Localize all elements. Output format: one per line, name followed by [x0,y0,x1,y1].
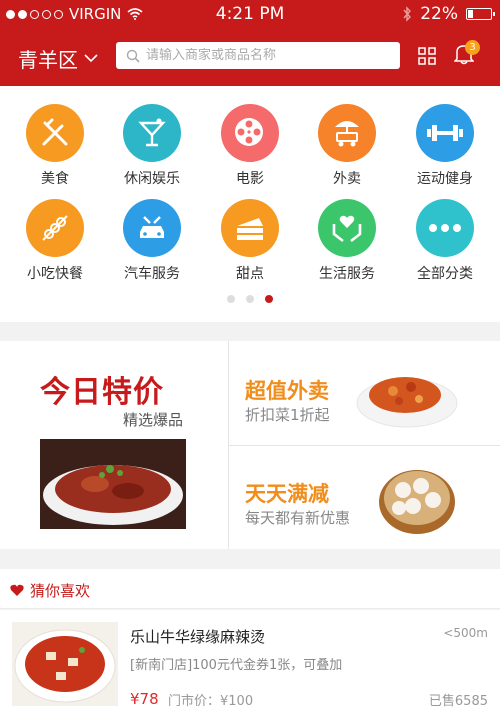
category-label: 甜点 [236,266,264,282]
promo-today-subtitle: 精选爆品 [123,411,184,429]
header: 青羊区 3 [0,28,500,86]
category-dessert[interactable]: 甜点 [201,199,299,283]
category-all[interactable]: 全部分类 [396,199,494,283]
promo-daily-subtitle: 每天都有新优惠 [245,509,351,527]
item-description: [新南门店]100元代金券1张，可叠加 [130,658,343,673]
page-dot-active[interactable] [265,295,273,303]
promo-takeout[interactable]: 超值外卖 折扣菜1折起 [229,341,500,445]
category-label: 休闲娱乐 [124,171,180,187]
recommend-title: 猜你喜欢 [30,582,91,600]
category-movie[interactable]: 电影 [201,104,299,188]
search-input[interactable] [146,48,386,63]
skewer-icon [42,215,68,241]
category-label: 电影 [236,171,264,187]
fork-knife-icon [42,118,68,146]
film-reel-icon [235,118,263,146]
promo-today[interactable]: 今日特价 精选爆品 [0,341,228,549]
promo-takeout-title: 超值外卖 [245,379,329,403]
promo-daily-discount[interactable]: 天天满减 每天都有新优惠 [229,446,500,549]
cake-icon [237,218,263,240]
dish-image [356,377,458,428]
dish-image [379,470,455,534]
page-dot[interactable] [246,295,254,303]
page-dot[interactable] [227,295,235,303]
search-box[interactable] [116,42,400,69]
battery-percent: 22% [420,4,458,24]
item-distance: <500m [443,626,488,640]
car-icon [140,216,164,238]
category-food[interactable]: 美食 [6,104,104,188]
item-price: ¥78 [130,690,159,708]
cocktail-icon [138,118,166,147]
promo-takeout-subtitle: 折扣菜1折起 [245,406,330,424]
category-grid: 美食 休闲娱乐 电影 外卖 运动健身 小吃快餐 汽车服务 甜点 生活服务 全部分… [0,86,500,322]
item-name: 乐山牛华绿缘麻辣烫 [130,628,266,646]
promo-section: 今日特价 精选爆品 超值外卖 折扣菜1折起 天天满减 每天都有新优惠 [0,341,500,549]
status-bar: VIRGIN 4:21 PM 22% [0,0,500,28]
scan-icon[interactable] [418,47,436,65]
notification-badge: 3 [465,40,480,55]
bluetooth-icon [403,6,412,22]
category-snacks[interactable]: 小吃快餐 [6,199,104,283]
page-indicator [0,295,500,303]
list-item[interactable]: 乐山牛华绿缘麻辣烫 <500m [新南门店]100元代金券1张，可叠加 ¥78 … [0,610,500,711]
promo-today-title: 今日特价 [40,375,164,410]
search-icon [126,49,140,63]
city-label: 青羊区 [18,48,78,72]
category-label: 汽车服务 [124,266,180,282]
category-label: 运动健身 [417,171,473,187]
category-icon-bg [26,104,84,162]
battery-icon [466,8,495,20]
promo-daily-title: 天天满减 [245,482,329,506]
dish-image [40,439,186,529]
more-dots-icon [429,224,461,232]
top-bar: VIRGIN 4:21 PM 22% 青羊区 请输入商家或商品名称 3 [0,0,500,86]
category-label: 生活服务 [319,266,375,282]
category-fitness[interactable]: 运动健身 [396,104,494,188]
category-leisure[interactable]: 休闲娱乐 [103,104,201,188]
category-label: 小吃快餐 [27,266,83,282]
delivery-cart-icon [335,121,359,147]
recommend-header: 猜你喜欢 [0,569,500,609]
category-label: 外卖 [333,171,361,187]
category-takeout[interactable]: 外卖 [298,104,396,188]
heart-hands-icon [332,215,362,243]
chevron-down-icon [84,54,98,63]
category-label: 美食 [41,171,69,187]
category-label: 全部分类 [417,266,473,282]
item-market-price: 门市价：¥100 [168,694,254,709]
dumbbell-icon [427,125,463,141]
category-life-service[interactable]: 生活服务 [298,199,396,283]
category-car[interactable]: 汽车服务 [103,199,201,283]
item-sold-count: 已售6585 [428,694,488,709]
heart-icon [10,584,24,596]
city-selector[interactable]: 青羊区 [18,44,98,73]
dish-thumbnail [12,622,118,706]
